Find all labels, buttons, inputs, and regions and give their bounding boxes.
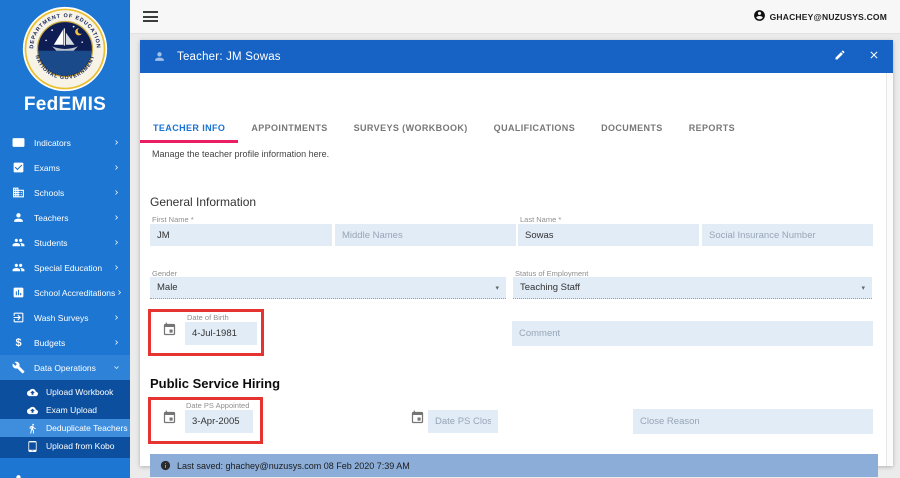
sidebar-item-partial[interactable] bbox=[0, 467, 130, 478]
sidebar-item-school-accreditations[interactable]: School Accreditations bbox=[0, 280, 130, 305]
tab-bar: TEACHER INFOAPPOINTMENTSSURVEYS (WORKBOO… bbox=[140, 115, 748, 140]
comment-field[interactable] bbox=[512, 321, 873, 346]
user-email: GHACHEY@NUZUSYS.COM bbox=[770, 12, 887, 22]
first-name-field[interactable] bbox=[150, 224, 332, 246]
chevron-right-icon bbox=[112, 163, 121, 172]
sidebar-subitem-deduplicate-teachers[interactable]: Deduplicate Teachers bbox=[0, 419, 130, 437]
calendar-icon[interactable] bbox=[162, 322, 177, 337]
tablet-icon bbox=[27, 441, 38, 452]
general-info-title: General Information bbox=[150, 195, 256, 209]
person-icon bbox=[12, 211, 25, 224]
tab-qualifications[interactable]: QUALIFICATIONS bbox=[481, 115, 588, 140]
dropdown-caret-icon: ▾ bbox=[495, 284, 499, 292]
info-icon bbox=[160, 460, 171, 471]
sidebar-item-schools[interactable]: Schools bbox=[0, 180, 130, 205]
sidebar-submenu-data-operations: Upload WorkbookExam UploadDeduplicate Te… bbox=[0, 380, 130, 458]
tab-surveys-workbook[interactable]: SURVEYS (WORKBOOK) bbox=[341, 115, 481, 140]
tab-documents[interactable]: DOCUMENTS bbox=[588, 115, 676, 140]
close-reason-field[interactable] bbox=[633, 409, 873, 434]
tab-teacher-info[interactable]: TEACHER INFO bbox=[140, 115, 238, 140]
calendar-icon[interactable] bbox=[410, 410, 425, 425]
sidebar-item-indicators[interactable]: Indicators bbox=[0, 130, 130, 155]
walk-icon bbox=[27, 423, 38, 434]
last-saved-bar: Last saved: ghachey@nuzusys.com 08 Feb 2… bbox=[150, 454, 878, 477]
last-name-label: Last Name * bbox=[520, 215, 561, 224]
chevron-right-icon bbox=[115, 288, 124, 297]
chevron-down-icon bbox=[112, 363, 121, 372]
people-icon bbox=[12, 261, 25, 274]
close-button[interactable] bbox=[868, 48, 880, 66]
exit-icon bbox=[12, 311, 25, 324]
cloud-upload-icon bbox=[27, 387, 38, 398]
sidebar-subitem-exam-upload[interactable]: Exam Upload bbox=[0, 401, 130, 419]
sidebar-item-data-operations[interactable]: Data Operations bbox=[0, 355, 130, 380]
sidebar-item-exams[interactable]: Exams bbox=[0, 155, 130, 180]
chevron-right-icon bbox=[112, 263, 121, 272]
calendar-icon[interactable] bbox=[162, 410, 177, 425]
first-name-label: First Name * bbox=[152, 215, 194, 224]
person-icon bbox=[153, 50, 166, 63]
chevron-right-icon bbox=[112, 338, 121, 347]
social-insurance-field[interactable] bbox=[702, 224, 873, 246]
ps-appointed-label: Date PS Appointed bbox=[186, 401, 249, 410]
checkbox-icon bbox=[12, 161, 25, 174]
gender-select[interactable]: Male ▾ bbox=[150, 277, 506, 299]
brand-title: FedEMIS bbox=[0, 94, 130, 116]
sidebar-item-wash-surveys[interactable]: Wash Surveys bbox=[0, 305, 130, 330]
department-logo: DEPARTMENT OF EDUCATION NATIONAL GOVERNM… bbox=[0, 0, 130, 92]
people-icon bbox=[12, 236, 25, 249]
last-saved-text: Last saved: ghachey@nuzusys.com 08 Feb 2… bbox=[177, 461, 410, 471]
sidebar-item-special-education[interactable]: Special Education bbox=[0, 255, 130, 280]
intro-text: Manage the teacher profile information h… bbox=[152, 149, 329, 159]
sidebar-menu: IndicatorsExamsSchoolsTeachersStudentsSp… bbox=[0, 130, 130, 478]
sidebar-item-students[interactable]: Students bbox=[0, 230, 130, 255]
employment-status-select[interactable]: Teaching Staff ▾ bbox=[513, 277, 872, 299]
sidebar-item-teachers[interactable]: Teachers bbox=[0, 205, 130, 230]
hamburger-menu-icon[interactable] bbox=[143, 9, 158, 25]
chevron-right-icon bbox=[112, 213, 121, 222]
cloud-upload-icon bbox=[27, 405, 38, 416]
chevron-right-icon bbox=[112, 138, 121, 147]
edit-button[interactable] bbox=[834, 48, 846, 66]
user-account-button[interactable]: GHACHEY@NUZUSYS.COM bbox=[753, 9, 887, 24]
teacher-panel: Teacher: JM Sowas TEACHER INFOAPPOINTMEN… bbox=[140, 40, 893, 466]
building-icon bbox=[12, 186, 25, 199]
scrollbar[interactable] bbox=[886, 73, 893, 466]
last-name-field[interactable] bbox=[518, 224, 699, 246]
dollar-icon: $ bbox=[12, 336, 25, 349]
tab-reports[interactable]: REPORTS bbox=[676, 115, 748, 140]
dashboard-icon bbox=[12, 136, 25, 149]
tab-appointments[interactable]: APPOINTMENTS bbox=[238, 115, 340, 140]
sidebar-item-budgets[interactable]: $Budgets bbox=[0, 330, 130, 355]
panel-title: Teacher: JM Sowas bbox=[177, 51, 281, 63]
chevron-right-icon bbox=[112, 188, 121, 197]
ps-appointed-field[interactable] bbox=[185, 410, 253, 433]
dropdown-caret-icon: ▾ bbox=[861, 284, 865, 292]
account-circle-icon bbox=[753, 9, 766, 24]
dob-field[interactable] bbox=[185, 322, 257, 345]
panel-body: TEACHER INFOAPPOINTMENTSSURVEYS (WORKBOO… bbox=[140, 73, 893, 466]
topbar: GHACHEY@NUZUSYS.COM bbox=[130, 0, 900, 34]
chevron-right-icon bbox=[112, 313, 121, 322]
wrench-icon bbox=[12, 361, 25, 374]
dob-label: Date of Birth bbox=[187, 313, 229, 322]
sidebar-subitem-upload-from-kobo[interactable]: Upload from Kobo bbox=[0, 437, 130, 455]
ps-closed-field[interactable] bbox=[428, 410, 498, 433]
panel-header: Teacher: JM Sowas bbox=[140, 40, 893, 73]
sidebar: DEPARTMENT OF EDUCATION NATIONAL GOVERNM… bbox=[0, 0, 130, 478]
person-icon bbox=[12, 473, 25, 478]
public-service-title: Public Service Hiring bbox=[150, 376, 280, 391]
middle-names-field[interactable] bbox=[335, 224, 516, 246]
chart-icon bbox=[12, 286, 25, 299]
sidebar-subitem-upload-workbook[interactable]: Upload Workbook bbox=[0, 383, 130, 401]
chevron-right-icon bbox=[112, 238, 121, 247]
